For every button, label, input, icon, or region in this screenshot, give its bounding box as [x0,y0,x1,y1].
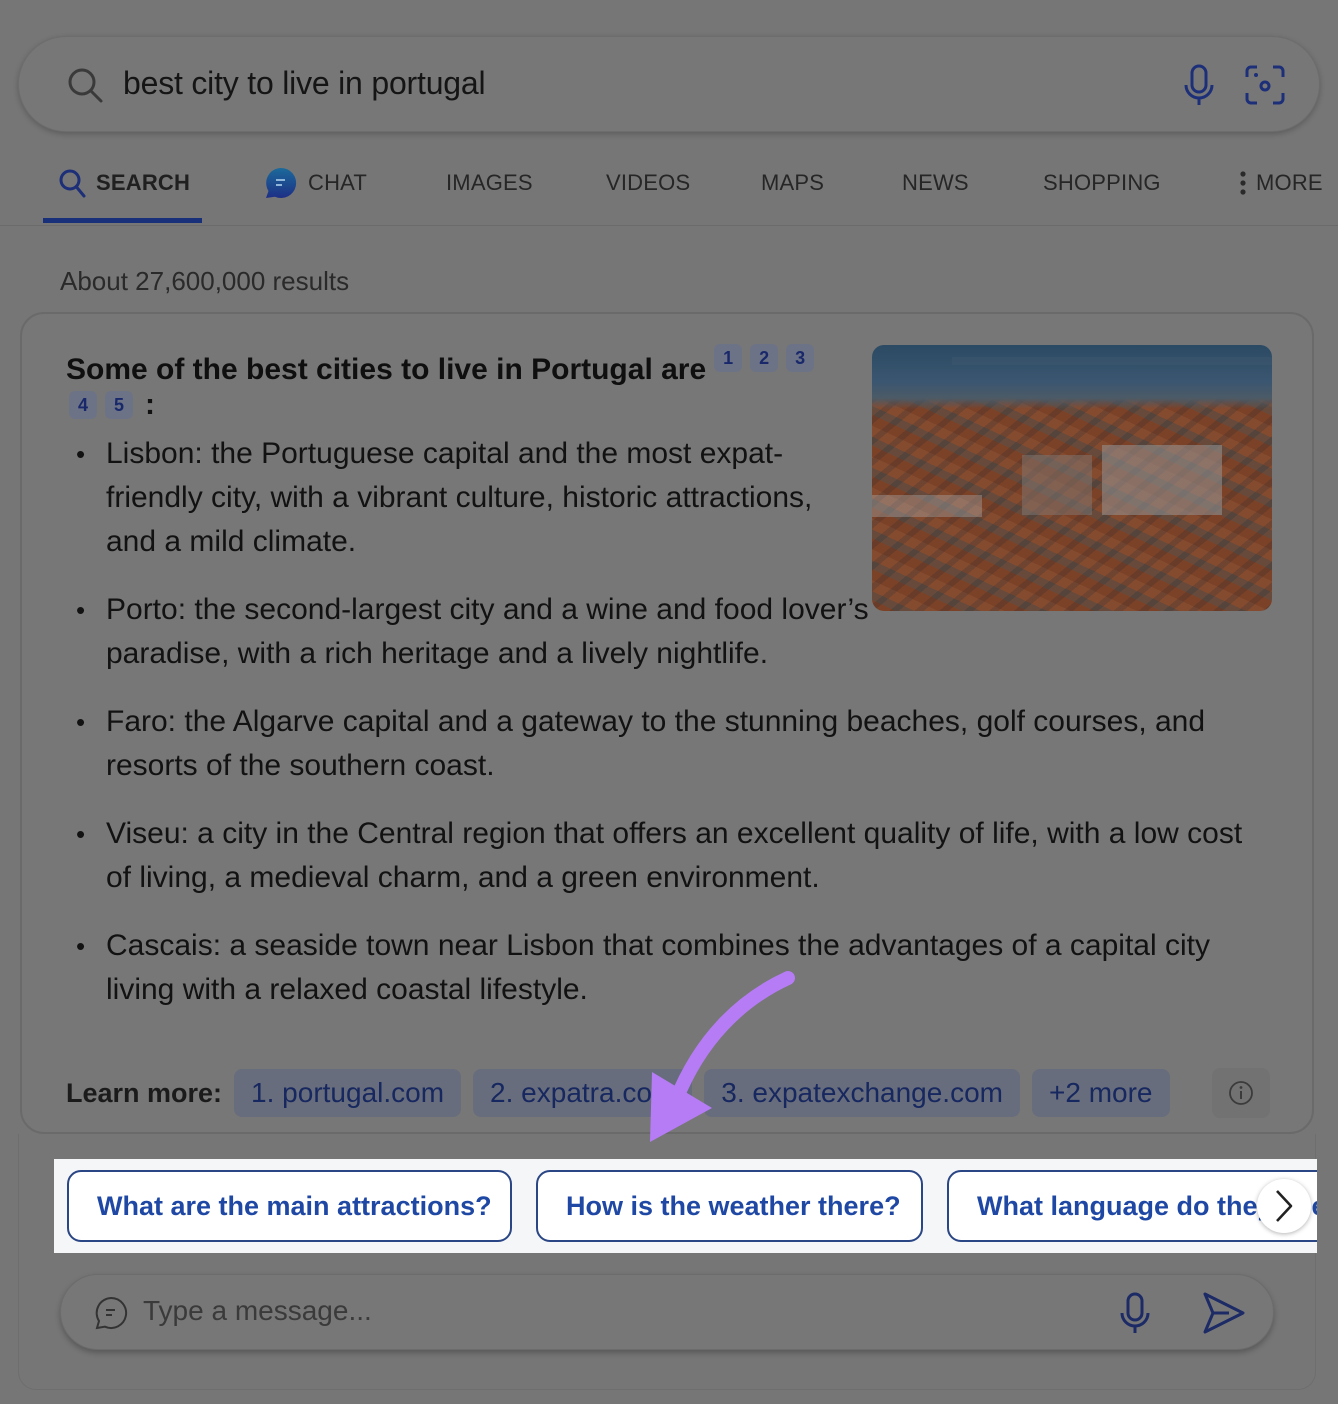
tab-label: MAPS [761,170,825,195]
more-sources-button[interactable]: +2 more [1032,1069,1170,1117]
answer-card: Some of the best cities to live in Portu… [20,312,1314,1134]
citation-2[interactable]: 2 [750,344,779,372]
list-item: • Cascais: a seaside town near Lisbon th… [76,924,1236,1012]
citation-5[interactable]: 5 [105,391,133,419]
source-link[interactable]: 1. portugal.com [234,1069,462,1117]
list-item: • Viseu: a city in the Central region th… [76,812,1256,900]
bullet-icon: • [76,819,86,849]
chat-message-icon [95,1296,128,1330]
tab-news[interactable]: NEWS [902,168,969,198]
search-icon [59,169,86,198]
scroll-next-button[interactable] [1257,1179,1311,1233]
chevron-right-icon [1276,1190,1293,1222]
info-icon [1229,1081,1253,1105]
search-icon[interactable] [65,65,105,105]
photo-building [1102,445,1222,515]
send-icon[interactable] [1201,1291,1247,1335]
list-item-text: Viseu: a city in the Central region that… [106,817,1243,894]
photo-skyline [952,357,1272,365]
citation-row: 4 5 : [69,388,155,422]
heading-text: Some of the best cities to live in Portu… [66,353,707,386]
learn-more-label: Learn more: [66,1077,223,1108]
photo-building [1022,455,1092,515]
tab-label: VIDEOS [606,170,691,195]
lisbon-photo[interactable] [872,345,1272,611]
tab-label: SEARCH [96,170,191,195]
source-link[interactable]: 3. expatexchange.com [704,1069,1020,1117]
results-count: About 27,600,000 results [60,266,350,296]
tab-label: CHAT [308,170,368,195]
search-query[interactable]: best city to live in portugal [123,65,486,102]
list-item: • Faro: the Algarve capital and a gatewa… [76,700,1256,788]
bullet-icon: • [76,595,86,625]
tab-search[interactable]: SEARCH [58,168,190,198]
chat-bubble-icon [266,167,297,198]
microphone-icon[interactable] [1179,63,1219,107]
message-input-bar[interactable]: Type a message... [60,1274,1274,1350]
microphone-icon[interactable] [1117,1291,1153,1335]
tab-shopping[interactable]: SHOPPING [1043,168,1161,198]
tab-label: SHOPPING [1043,170,1161,195]
learn-more: Learn more: 1. portugal.com 2. expatra.c… [66,1068,1182,1118]
heading-colon: : [145,388,155,421]
list-item-text: Cascais: a seaside town near Lisbon that… [106,929,1210,1006]
bullet-icon: • [76,707,86,737]
search-bar[interactable]: best city to live in portugal [18,36,1320,132]
list-item-text: Porto: the second-largest city and a win… [106,593,869,670]
tab-videos[interactable]: VIDEOS [606,168,690,198]
source-link[interactable]: 2. expatra.com [473,1069,693,1117]
list-item-text: Lisbon: the Portuguese capital and the m… [106,437,813,558]
more-vertical-icon [1240,171,1246,195]
tab-maps[interactable]: MAPS [761,168,824,198]
message-input[interactable]: Type a message... [143,1295,372,1327]
list-item-text: Faro: the Algarve capital and a gateway … [106,705,1206,782]
list-item: • Porto: the second-largest city and a w… [76,588,936,676]
tab-chat[interactable]: CHAT [264,167,368,198]
suggestion-button[interactable]: What are the main attractions? [67,1170,512,1242]
answer-heading: Some of the best cities to live in Portu… [66,344,846,391]
suggestion-button[interactable]: How is the weather there? [536,1170,923,1242]
citation-1[interactable]: 1 [714,344,743,372]
tab-images[interactable]: IMAGES [446,168,533,198]
bullet-icon: • [76,931,86,961]
citation-3[interactable]: 3 [786,344,815,372]
list-item: • Lisbon: the Portuguese capital and the… [76,432,846,564]
suggested-questions: What are the main attractions? How is th… [54,1159,1317,1253]
tab-label: IMAGES [446,170,533,195]
tab-label: NEWS [902,170,969,195]
bullet-icon: • [76,439,86,469]
tab-more[interactable]: MORE [1238,168,1323,198]
citation-4[interactable]: 4 [69,391,97,419]
photo-building [872,495,982,517]
tab-label: MORE [1256,170,1323,195]
active-tab-indicator [43,218,202,223]
search-tabs: SEARCH CHAT IMAGES VIDEOS MAPS NEWS SHOP… [0,150,1338,226]
visual-search-icon[interactable] [1243,63,1287,107]
info-button[interactable] [1212,1068,1270,1118]
